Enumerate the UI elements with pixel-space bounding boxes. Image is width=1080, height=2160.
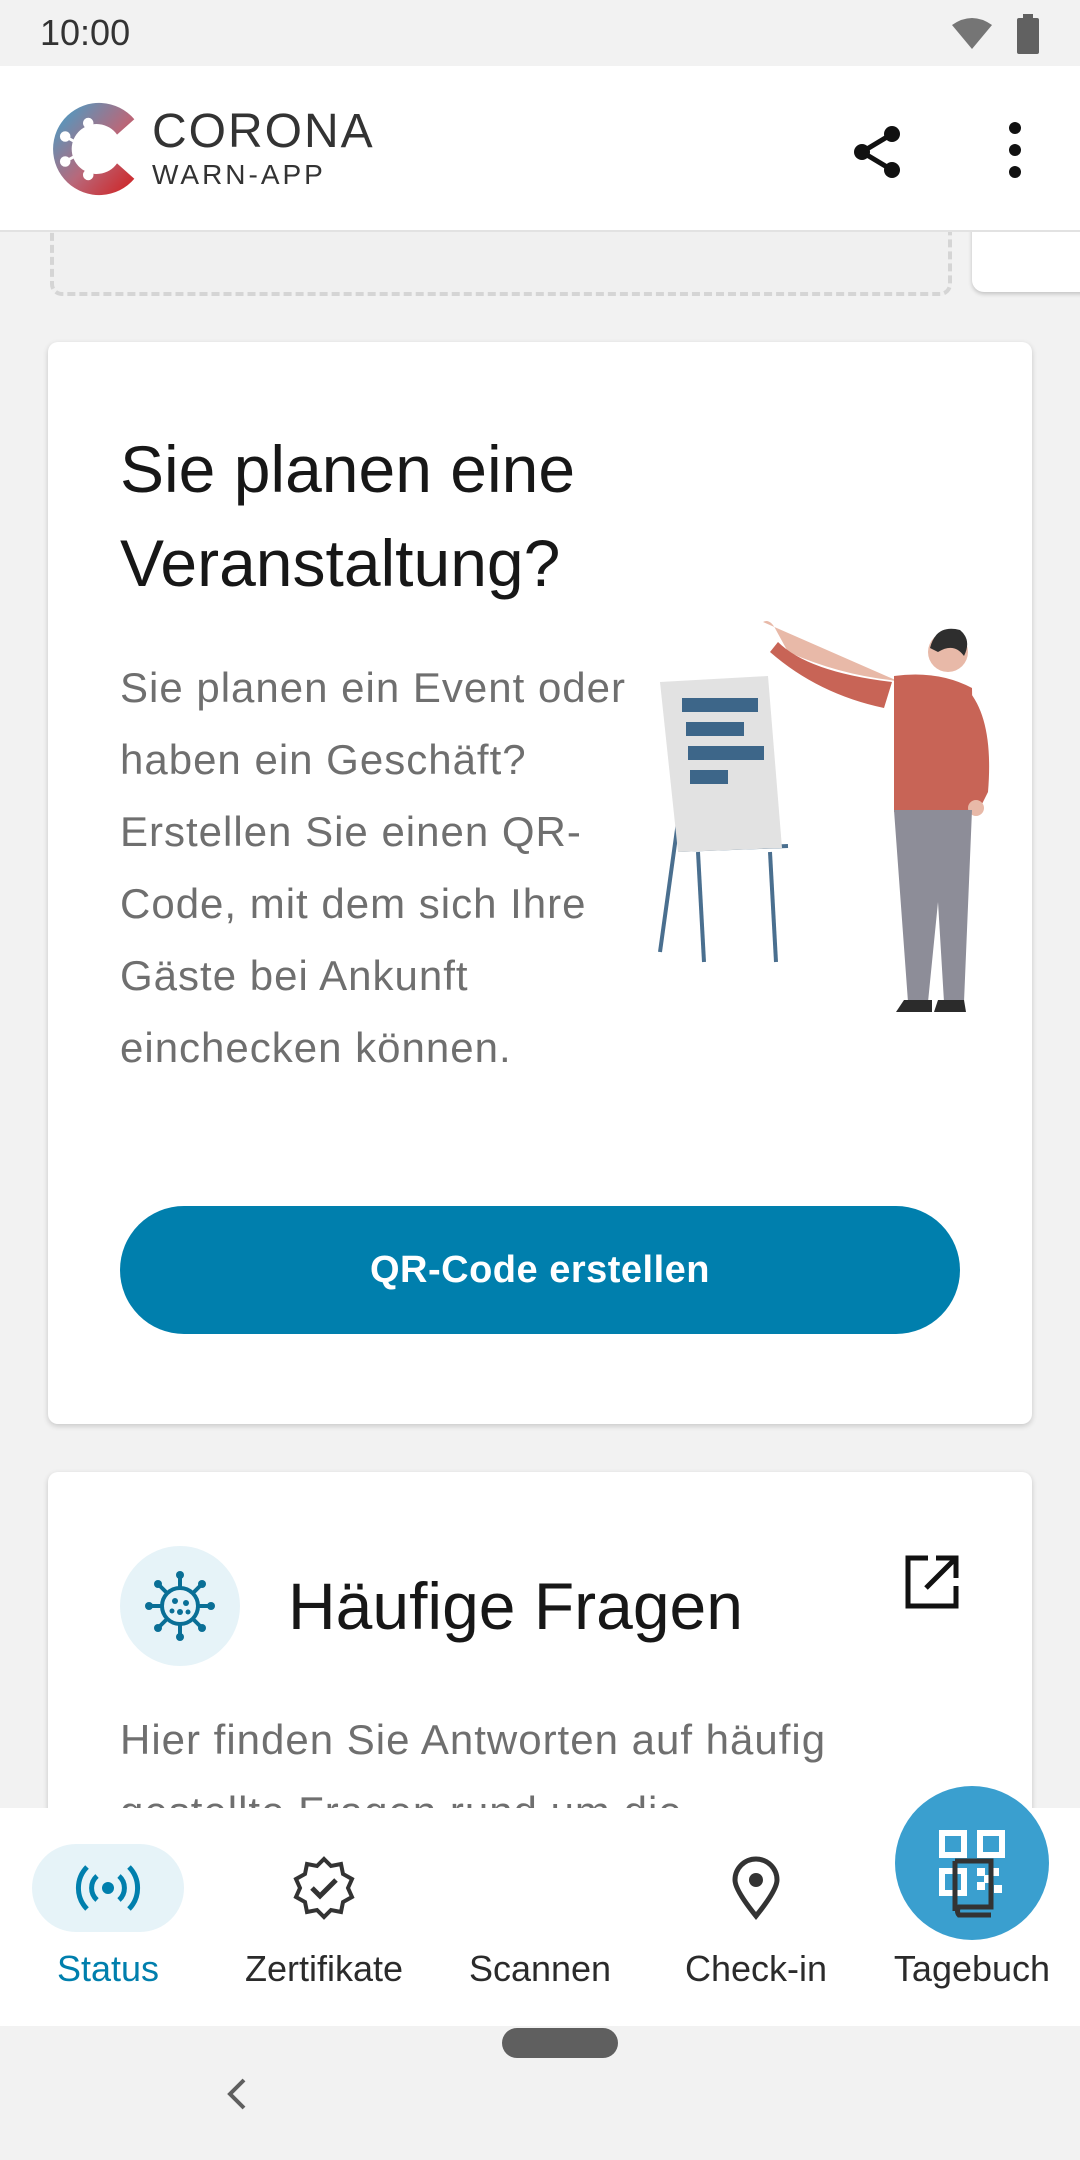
event-card-title: Sie planen eine Veranstaltung?: [120, 432, 576, 600]
nav-item-scannen[interactable]: Scannen: [432, 1786, 1049, 2026]
faq-card[interactable]: Häufige Fragen Hier finden Sie Antworten…: [48, 1472, 1032, 1808]
share-icon[interactable]: [848, 122, 908, 182]
book-icon: [896, 1844, 1048, 1932]
nav-label-zertifikate: Zertifikate: [244, 1948, 404, 1989]
nav-label-status: Status: [56, 1948, 160, 1989]
event-card: Sie planen eine Veranstaltung? Sie plane…: [48, 342, 1032, 1424]
more-vert-icon[interactable]: [1000, 118, 1030, 182]
corona-warn-app-logo-icon: [53, 102, 135, 196]
location-pin-icon: [680, 1844, 832, 1932]
external-link-icon[interactable]: [902, 1552, 962, 1612]
add-test-placeholder-card[interactable]: [50, 232, 952, 296]
event-card-body: Sie planen ein Event oder haben ein Gesc…: [120, 664, 627, 1071]
home-pill-button[interactable]: [502, 2028, 618, 2058]
nav-label-check-in: Check-in: [684, 1948, 828, 1989]
create-qr-code-button[interactable]: QR-Code erstellen: [120, 1206, 960, 1334]
nav-item-tagebuch[interactable]: Tagebuch: [864, 1808, 1080, 2026]
nav-item-status[interactable]: Status: [0, 1808, 216, 2026]
brand-line-1: CORONA: [152, 105, 375, 158]
faq-card-title: Häufige Fragen: [288, 1569, 743, 1643]
status-broadcast-icon: [32, 1844, 184, 1932]
status-time: 10:00: [40, 12, 131, 53]
next-card-peek[interactable]: [972, 232, 1080, 292]
presenter-flipchart-illustration: [658, 621, 990, 1012]
faq-card-body: Hier finden Sie Antworten auf häufig ges…: [120, 1716, 827, 1808]
bottom-navigation: Status Zertifikate Scannen Check-in Tage…: [0, 1786, 1080, 2026]
nav-label-scannen: Scannen: [468, 1948, 612, 1989]
status-bar: 10:00: [0, 0, 1080, 66]
nav-item-zertifikate[interactable]: Zertifikate: [216, 1808, 432, 2026]
app-brand: CORONA WARN-APP: [152, 106, 375, 192]
nav-item-check-in[interactable]: Check-in: [648, 1808, 864, 2026]
nav-label-tagebuch: Tagebuch: [893, 1948, 1051, 1989]
certificate-icon: [248, 1844, 400, 1932]
system-navigation-bar: [0, 2026, 1080, 2160]
wifi-icon: [952, 18, 992, 49]
faq-virus-icon: [120, 1546, 240, 1666]
brand-line-2: WARN-APP: [152, 159, 326, 190]
back-chevron-icon[interactable]: [222, 2074, 252, 2114]
app-bar: CORONA WARN-APP: [0, 66, 1080, 232]
home-scroll-content[interactable]: Sie planen eine Veranstaltung? Sie plane…: [0, 232, 1080, 1808]
battery-icon: [1017, 14, 1039, 54]
